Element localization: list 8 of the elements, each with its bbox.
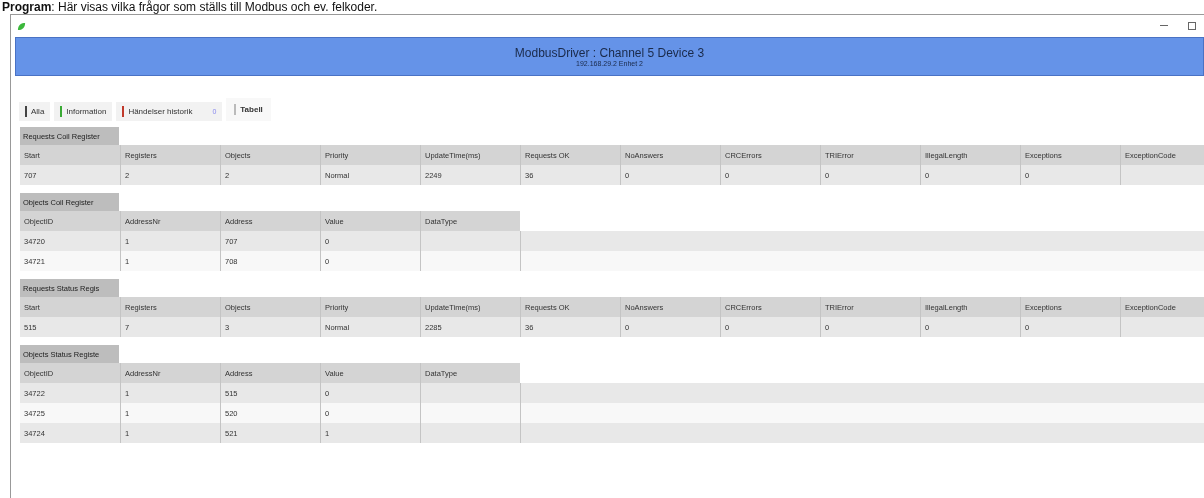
tab[interactable]: Tabell xyxy=(226,98,271,121)
caption-text: Program: Här visas vilka frågor som ställs till Modbus och ev. felkoder. xyxy=(1,0,378,14)
header-title: ModbusDriver : Channel 5 Device 3 xyxy=(514,46,705,60)
minimize-icon[interactable] xyxy=(1160,25,1168,27)
tab[interactable]: Alla xyxy=(19,102,51,121)
tab[interactable]: Information xyxy=(54,102,113,121)
maximize-icon[interactable] xyxy=(1188,22,1196,30)
leaf-icon xyxy=(17,21,26,31)
